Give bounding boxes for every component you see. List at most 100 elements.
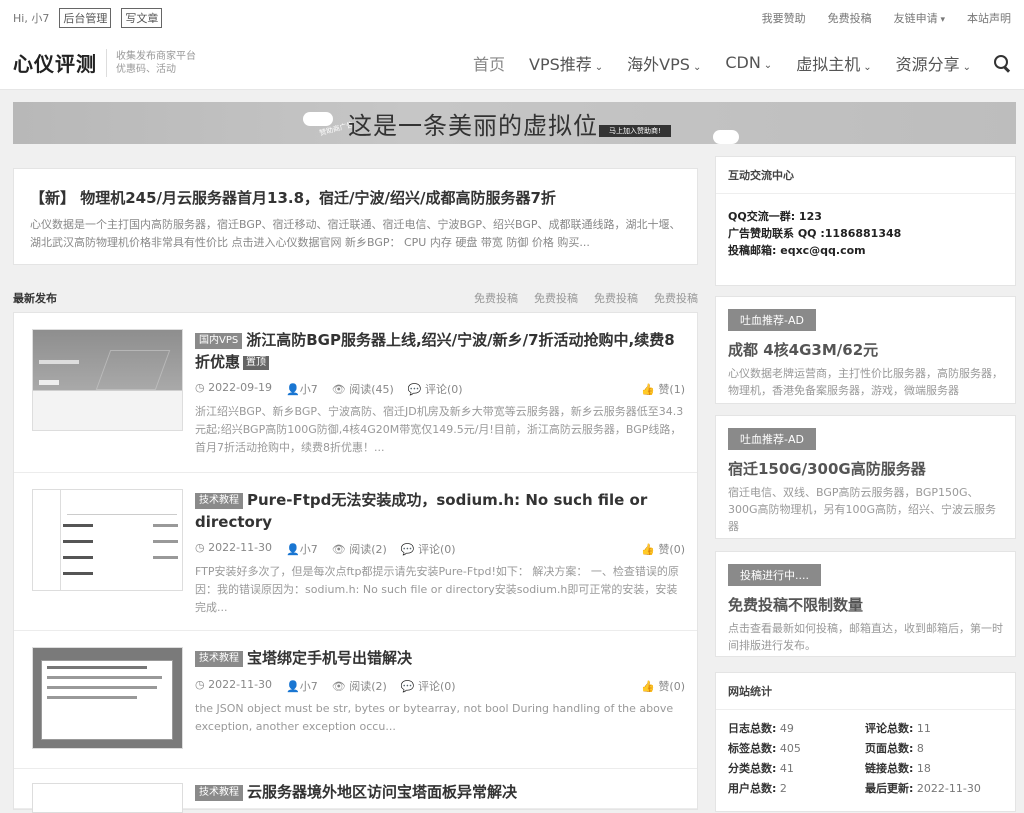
nav-virtual-host[interactable]: 虚拟主机 ⌄ bbox=[796, 51, 871, 75]
greeting: Hi, 小7 bbox=[13, 12, 50, 25]
nav-vps-label: VPS推荐 bbox=[529, 54, 592, 74]
stat-key: 日志总数: bbox=[728, 722, 777, 735]
nav-home[interactable]: 首页 bbox=[473, 51, 505, 75]
category-tag[interactable]: 技术教程 bbox=[195, 785, 243, 801]
tagline-line-1: 收集发布商家平台 bbox=[116, 50, 196, 62]
statement-link[interactable]: 本站声明 bbox=[967, 10, 1011, 26]
main-nav: 首页 VPS推荐 ⌄ 海外VPS ⌄ CDN ⌄ 虚拟主机 ⌄ 资源分享 ⌄ bbox=[449, 51, 1011, 75]
comments[interactable]: 💬 评论(0) bbox=[401, 541, 456, 557]
ad-title[interactable]: 宿迁150G/300G高防服务器 bbox=[728, 458, 1003, 479]
category-tag[interactable]: 国内VPS bbox=[195, 333, 243, 349]
post-title[interactable]: 技术教程 Pure-Ftpd无法安装成功，sodium.h: No such fi… bbox=[195, 489, 685, 533]
like-button[interactable]: 👍 赞(0) bbox=[641, 678, 685, 694]
clock-icon: ◷ bbox=[195, 678, 209, 691]
ad-title[interactable]: 成都 4核4G3M/62元 bbox=[728, 339, 1003, 360]
post-title-text[interactable]: 云服务器境外地区访问宝塔面板异常解决 bbox=[247, 783, 517, 801]
ad-contact: 广告赞助联系 QQ :1186881348 bbox=[728, 227, 902, 240]
ad-label: 投稿进行中.... bbox=[728, 564, 821, 586]
friend-link-dropdown[interactable]: 友链申请 bbox=[894, 10, 945, 26]
comments-text[interactable]: 评论(0) bbox=[425, 383, 463, 396]
chevron-down-icon: ⌄ bbox=[692, 61, 702, 73]
post-title-text[interactable]: Pure-Ftpd无法安装成功，sodium.h: No such file o… bbox=[195, 491, 647, 531]
author[interactable]: 👤小7 bbox=[286, 678, 318, 694]
like-button[interactable]: 👍 赞(1) bbox=[641, 381, 685, 397]
banner-button[interactable]: 马上加入赞助商! bbox=[599, 125, 671, 137]
author-text[interactable]: 小7 bbox=[300, 383, 318, 396]
date: ◷ 2022-11-30 bbox=[195, 678, 272, 694]
post-title-text[interactable]: 宝塔绑定手机号出错解决 bbox=[247, 649, 412, 667]
section-link[interactable]: 免费投稿 bbox=[654, 290, 698, 306]
reads: 👁 阅读(45) bbox=[332, 381, 394, 397]
ad-widget: 吐血推荐-AD 成都 4核4G3M/62元 心仪数据老牌运营商，主打性价比服务器… bbox=[715, 296, 1016, 404]
nav-resources[interactable]: 资源分享 ⌄ bbox=[896, 51, 971, 75]
eye-icon: 👁 bbox=[331, 383, 350, 396]
clock-icon: ◷ bbox=[195, 541, 209, 554]
comments-text[interactable]: 评论(0) bbox=[418, 543, 456, 556]
reads: 👁 阅读(2) bbox=[332, 541, 387, 557]
post-title[interactable]: 技术教程 云服务器境外地区访问宝塔面板异常解决 bbox=[195, 781, 685, 803]
list-item: 国内VPS 浙江高防BGP服务器上线,绍兴/宁波/新乡/7折活动抢购中,续费8折优… bbox=[14, 313, 697, 473]
featured-excerpt: 心仪数据是一个主打国内高防服务器，宿迁BGP、宿迁移动、宿迁联通、宿迁电信、宁波… bbox=[30, 218, 681, 249]
stats-grid: 日志总数: 49 评论总数: 11 标签总数: 405 页面总数: 8 分类总数… bbox=[716, 710, 1015, 806]
contact-widget: 互动交流中心 QQ交流一群: 123 广告赞助联系 QQ :1186881348… bbox=[715, 156, 1016, 286]
post-title[interactable]: 技术教程 宝塔绑定手机号出错解决 bbox=[195, 647, 685, 669]
author[interactable]: 👤小7 bbox=[286, 541, 318, 557]
author-text[interactable]: 小7 bbox=[300, 680, 318, 693]
comment-icon: 💬 bbox=[400, 543, 419, 556]
author-text[interactable]: 小7 bbox=[300, 543, 318, 556]
stat-item: 日志总数: 49 bbox=[728, 720, 865, 736]
widget-title: 网站统计 bbox=[716, 673, 1015, 710]
post-title[interactable]: 国内VPS 浙江高防BGP服务器上线,绍兴/宁波/新乡/7折活动抢购中,续费8折优… bbox=[195, 329, 685, 373]
search-icon[interactable] bbox=[993, 54, 1011, 72]
ad-desc: 宿迁电信、双线、BGP高防云服务器，BGP150G、300G高防物理机，另有10… bbox=[728, 486, 997, 533]
qq-group: QQ交流一群: 123 bbox=[728, 210, 822, 223]
site-logo[interactable]: 心仪评测 bbox=[13, 48, 97, 77]
stat-key: 最后更新: bbox=[865, 782, 914, 795]
category-tag[interactable]: 技术教程 bbox=[195, 651, 243, 667]
submit-link[interactable]: 免费投稿 bbox=[828, 10, 872, 26]
category-tag[interactable]: 技术教程 bbox=[195, 493, 243, 509]
stat-item: 页面总数: 8 bbox=[865, 740, 1015, 756]
likes-text: 赞(0) bbox=[658, 680, 685, 693]
nav-overseas-vps[interactable]: 海外VPS ⌄ bbox=[627, 51, 701, 75]
featured-title[interactable]: 【新】 物理机245/月云服务器首月13.8，宿迁/宁波/绍兴/成都高防服务器7… bbox=[30, 187, 681, 208]
like-button[interactable]: 👍 赞(0) bbox=[641, 541, 685, 557]
post-thumbnail[interactable] bbox=[32, 783, 183, 813]
comments[interactable]: 💬 评论(0) bbox=[401, 678, 456, 694]
nav-overseas-label: 海外VPS bbox=[627, 54, 690, 74]
submit-email: 投稿邮箱: eqxc@qq.com bbox=[728, 244, 866, 257]
post-thumbnail[interactable] bbox=[32, 647, 183, 749]
pinned-badge: 置顶 bbox=[243, 356, 270, 370]
reads-text: 阅读(2) bbox=[349, 680, 387, 693]
post-thumbnail[interactable] bbox=[32, 489, 183, 591]
section-link[interactable]: 免费投稿 bbox=[534, 290, 578, 306]
stats-widget: 网站统计 日志总数: 49 评论总数: 11 标签总数: 405 页面总数: 8… bbox=[715, 672, 1016, 812]
tagline-line-2: 优惠码、活动 bbox=[116, 63, 176, 75]
write-article-link[interactable]: 写文章 bbox=[121, 8, 163, 28]
site-header: 心仪评测 收集发布商家平台 优惠码、活动 首页 VPS推荐 ⌄ 海外VPS ⌄ CD… bbox=[0, 36, 1024, 90]
chevron-down-icon: ⌄ bbox=[594, 61, 604, 73]
cloud-decoration bbox=[713, 130, 739, 144]
stat-value: 18 bbox=[916, 762, 931, 775]
ad-banner[interactable]: 赞助商广告 这是一条美丽的虚拟位 马上加入赞助商! bbox=[13, 102, 1016, 144]
post-thumbnail[interactable] bbox=[32, 329, 183, 431]
nav-vps[interactable]: VPS推荐 ⌄ bbox=[529, 51, 603, 75]
comments-text[interactable]: 评论(0) bbox=[418, 680, 456, 693]
comments[interactable]: 💬 评论(0) bbox=[408, 381, 463, 397]
nav-cdn[interactable]: CDN ⌄ bbox=[725, 53, 772, 72]
stat-key: 页面总数: bbox=[865, 742, 914, 755]
ad-title[interactable]: 免费投稿不限制数量 bbox=[728, 594, 1003, 615]
stat-item: 链接总数: 18 bbox=[865, 760, 1015, 776]
author[interactable]: 👤小7 bbox=[286, 381, 318, 397]
section-link[interactable]: 免费投稿 bbox=[594, 290, 638, 306]
user-icon: 👤 bbox=[286, 543, 300, 556]
sponsor-link[interactable]: 我要赞助 bbox=[762, 10, 806, 26]
comment-icon: 💬 bbox=[407, 383, 426, 396]
section-link[interactable]: 免费投稿 bbox=[474, 290, 518, 306]
ad-desc: 点击查看最新如何投稿，邮箱直达，收到邮箱后，第一时间排版进行发布。 bbox=[728, 622, 1003, 652]
stat-value: 8 bbox=[916, 742, 924, 755]
featured-post[interactable]: 【新】 物理机245/月云服务器首月13.8，宿迁/宁波/绍兴/成都高防服务器7… bbox=[13, 168, 698, 265]
latest-section-header: 最新发布 免费投稿 免费投稿 免费投稿 免费投稿 bbox=[13, 290, 698, 306]
admin-link[interactable]: 后台管理 bbox=[59, 8, 112, 28]
list-item: 技术教程 Pure-Ftpd无法安装成功，sodium.h: No such fi… bbox=[14, 473, 697, 631]
